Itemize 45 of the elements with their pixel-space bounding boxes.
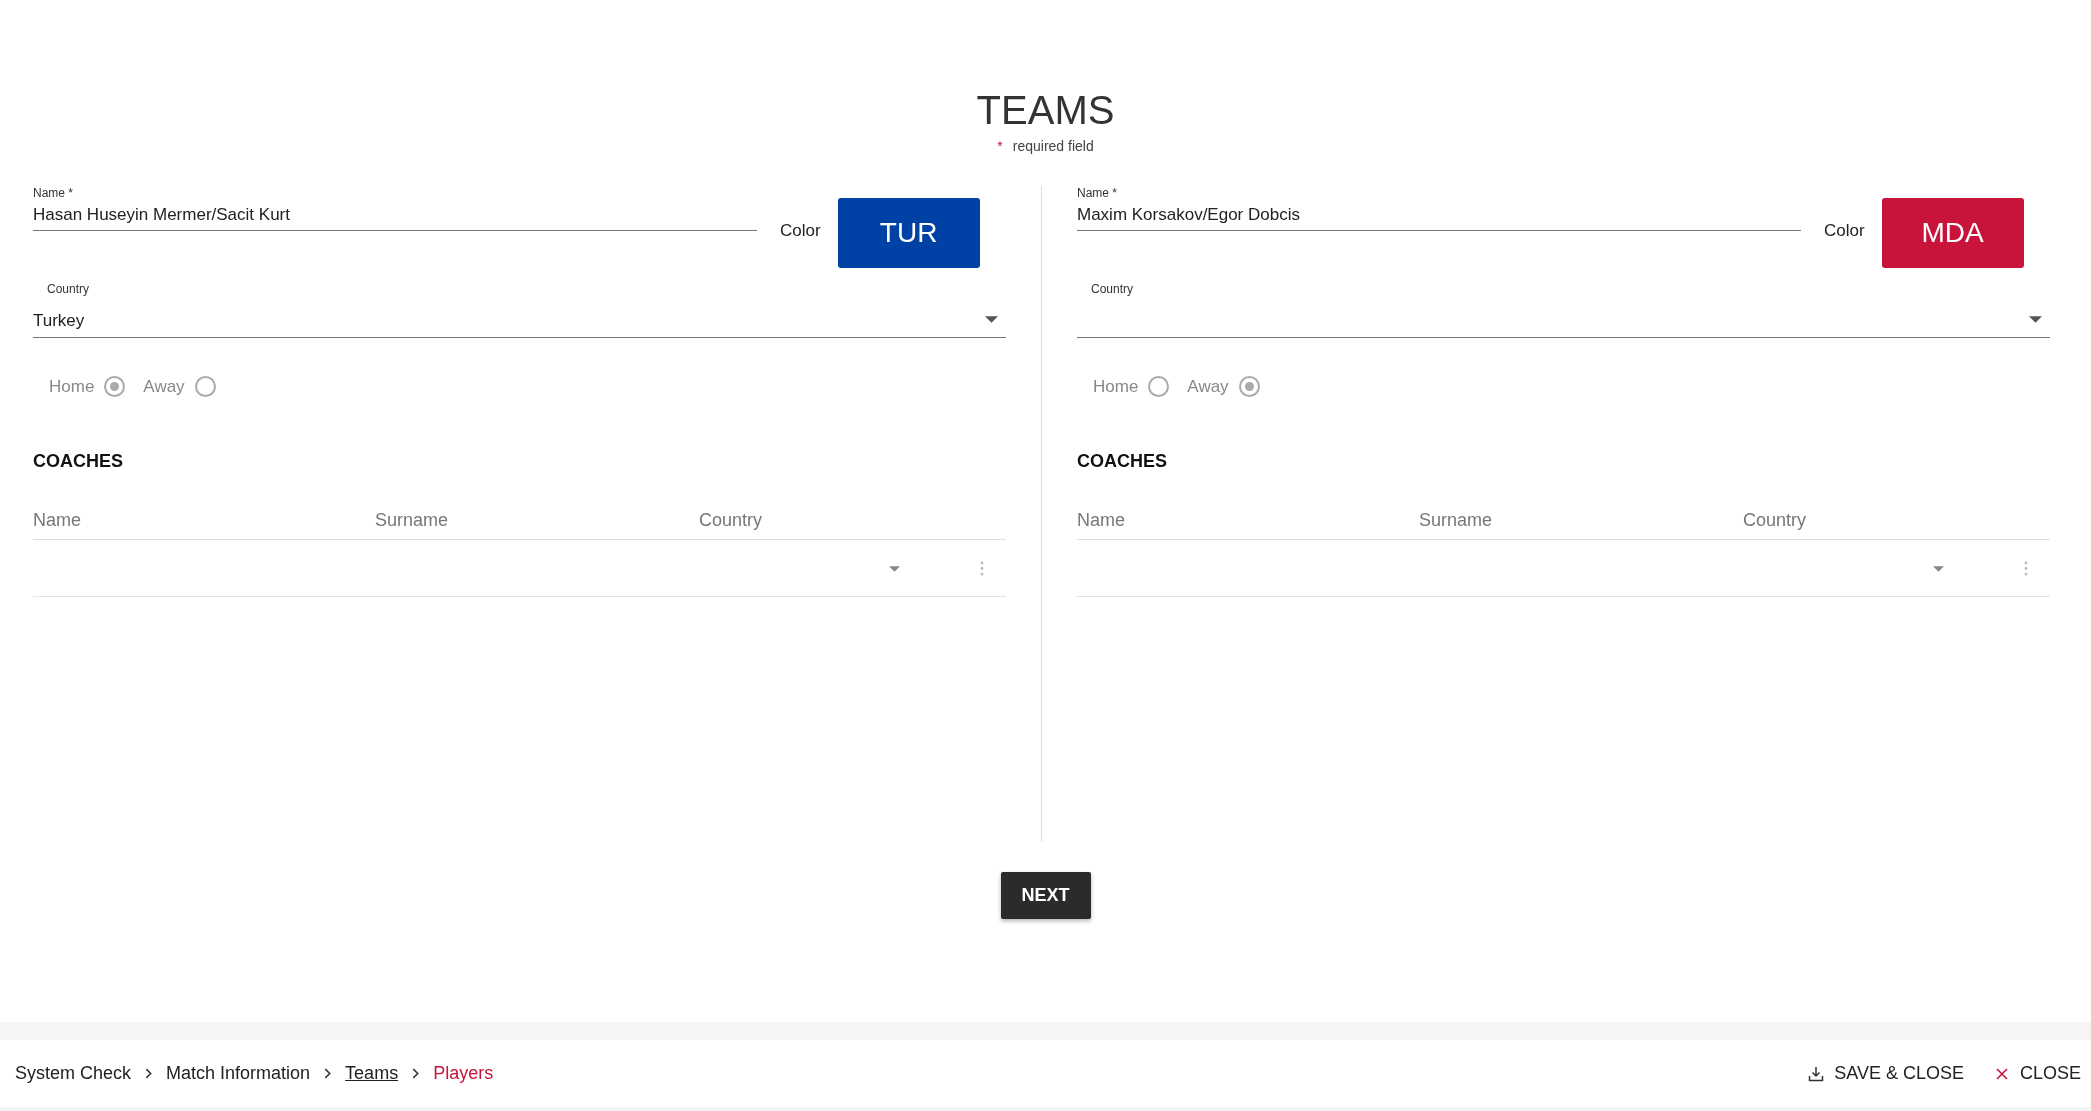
- team-color-button[interactable]: TUR: [837, 198, 980, 268]
- radio-button[interactable]: [1238, 376, 1260, 397]
- country-select[interactable]: Country: [1077, 282, 2050, 338]
- page-title: TEAMS: [975, 87, 1116, 134]
- breadcrumb-link[interactable]: System Check: [15, 1063, 132, 1084]
- side-label: Away: [1187, 376, 1229, 397]
- next-button[interactable]: NEXT: [1000, 872, 1091, 919]
- color-label: Color: [780, 221, 821, 241]
- team-name-field[interactable]: Name * Hasan Huseyin Mermer/Sacit Kurt: [33, 186, 757, 231]
- breadcrumb-link[interactable]: Teams: [345, 1063, 399, 1084]
- close-icon: [1993, 1065, 2010, 1082]
- team-color-button[interactable]: MDA: [1881, 198, 2024, 268]
- radio-button[interactable]: [194, 376, 216, 397]
- column-header: Surname: [1419, 510, 1494, 531]
- column-header: Name: [1077, 510, 1126, 531]
- radio-button[interactable]: [104, 376, 126, 397]
- color-label: Color: [1824, 221, 1865, 241]
- required-mark: *: [997, 138, 1003, 154]
- footer-action-button[interactable]: SAVE & CLOSE: [1808, 1063, 1964, 1084]
- breadcrumb-link[interactable]: Players: [433, 1063, 494, 1084]
- side-label: Home: [1093, 376, 1139, 397]
- coaches-heading: COACHES: [33, 451, 124, 472]
- side-label: Home: [49, 376, 95, 397]
- breadcrumb-link[interactable]: Match Information: [166, 1063, 311, 1084]
- column-header: Name: [33, 510, 82, 531]
- column-header: Country: [699, 510, 764, 531]
- radio-button[interactable]: [1148, 376, 1170, 397]
- download-icon: [1808, 1065, 1825, 1082]
- coaches-heading: COACHES: [1077, 451, 1168, 472]
- country-select[interactable]: Country Turkey: [33, 282, 1006, 338]
- side-label: Away: [143, 376, 185, 397]
- dropdown-caret-icon[interactable]: [889, 566, 900, 572]
- chevron-right-icon: [145, 1068, 153, 1079]
- required-note: required field: [1012, 138, 1094, 154]
- column-header: Surname: [375, 510, 450, 531]
- chevron-right-icon: [412, 1068, 420, 1079]
- more-options-icon[interactable]: [980, 561, 984, 576]
- dropdown-caret-icon[interactable]: [1933, 566, 1944, 572]
- dropdown-caret-icon: [985, 316, 998, 323]
- footer-action-button[interactable]: CLOSE: [1993, 1063, 2081, 1084]
- dropdown-caret-icon: [2029, 316, 2042, 323]
- chevron-right-icon: [324, 1068, 332, 1079]
- team-name-field[interactable]: Name * Maxim Korsakov/Egor Dobcis: [1077, 186, 1801, 231]
- column-header: Country: [1743, 510, 1808, 531]
- more-options-icon[interactable]: [2024, 561, 2028, 576]
